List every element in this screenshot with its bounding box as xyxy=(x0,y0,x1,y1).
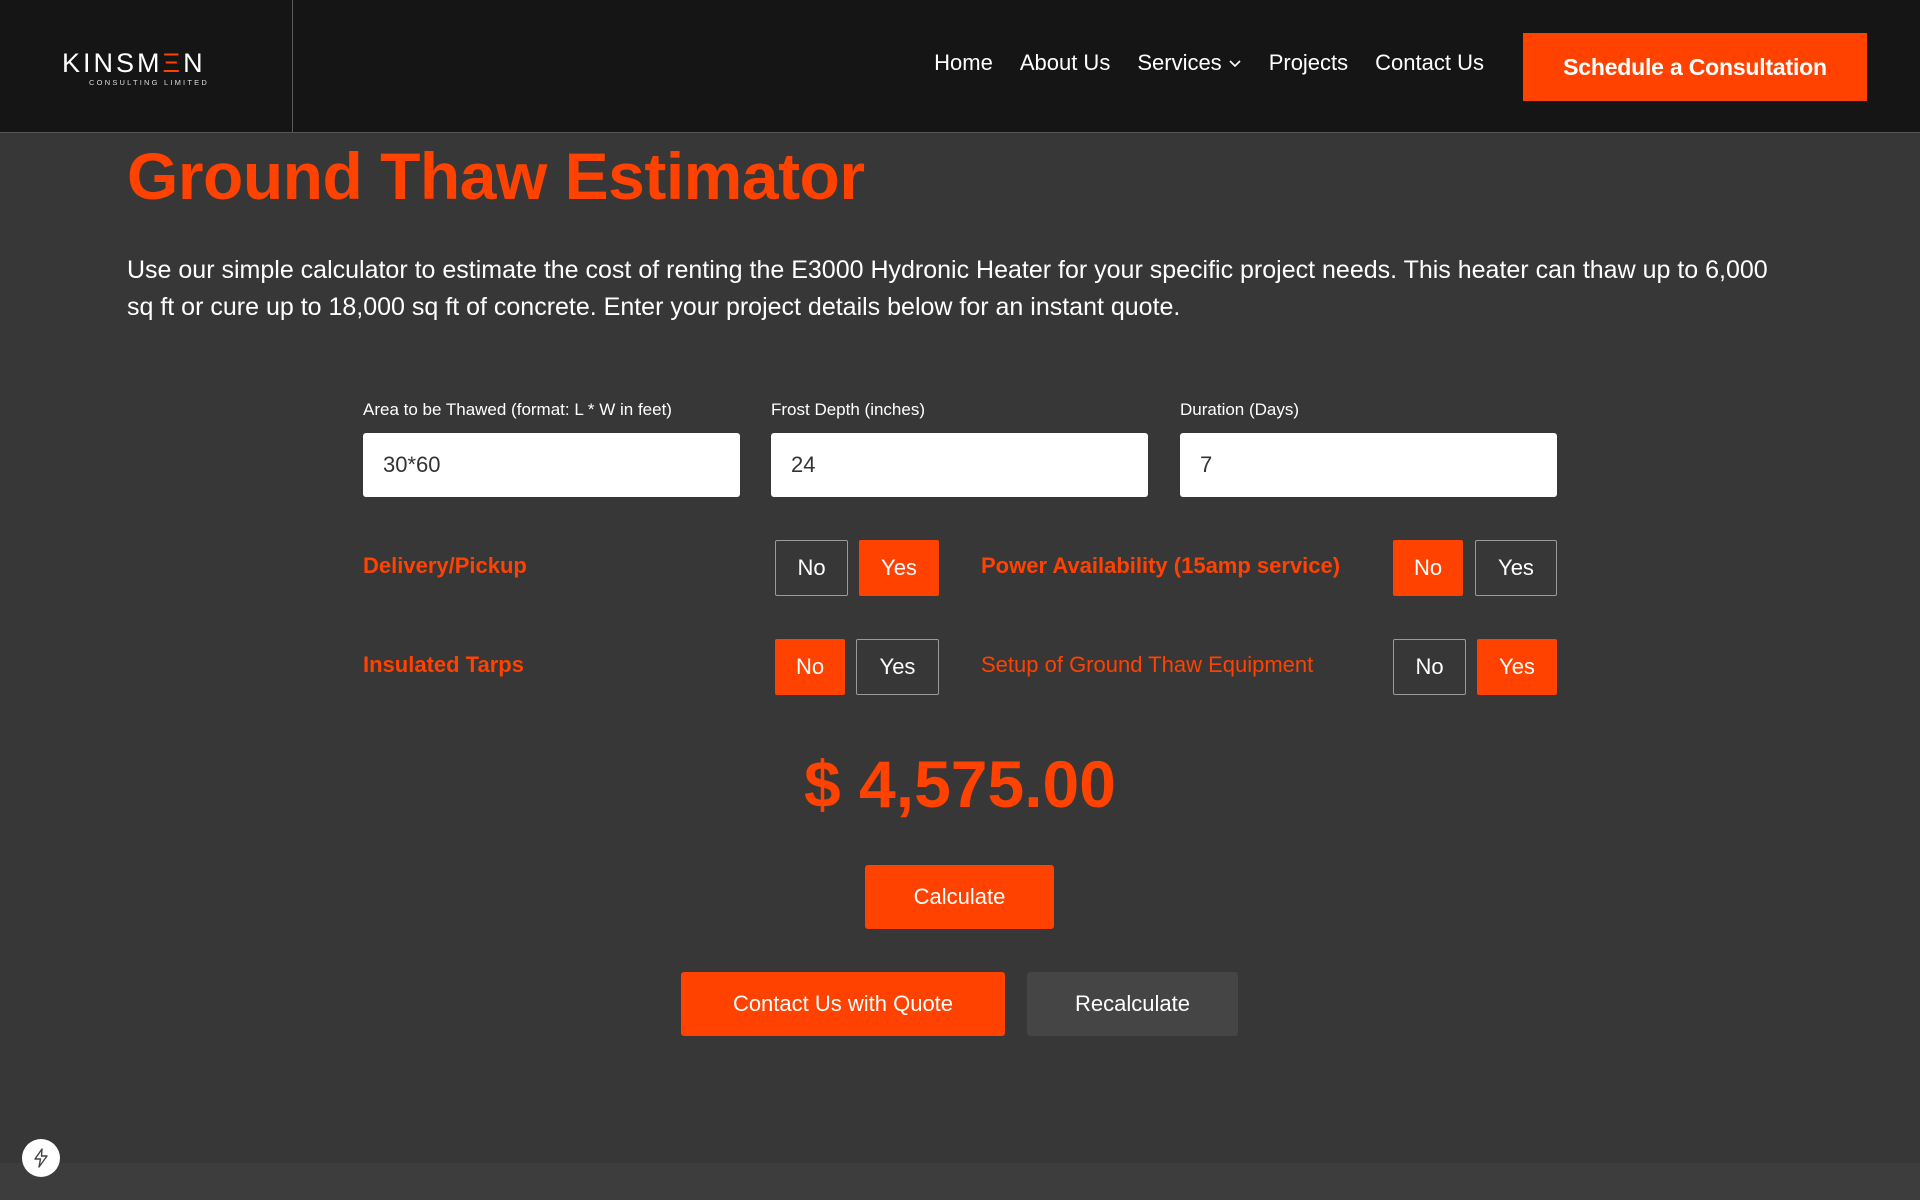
duration-label: Duration (Days) xyxy=(1180,400,1300,419)
delivery-pickup-label: Delivery/Pickup xyxy=(363,553,527,578)
delivery-yes-toggle[interactable]: Yes xyxy=(859,540,939,596)
chevron-down-icon xyxy=(1229,60,1241,68)
site-header: KINSMΞN CONSULTING LIMITED Home About Us… xyxy=(0,0,1920,133)
insulated-tarps-label: Insulated Tarps xyxy=(363,652,524,677)
tarps-no-toggle[interactable]: No xyxy=(775,639,845,695)
footer-strip xyxy=(0,1163,1920,1200)
nav-services[interactable]: Services xyxy=(1137,50,1241,76)
recalculate-button[interactable]: Recalculate xyxy=(1027,972,1238,1036)
main-nav: Home About Us Services Projects Contact … xyxy=(934,50,1484,76)
nav-projects[interactable]: Projects xyxy=(1269,50,1348,76)
intro-text: Use our simple calculator to estimate th… xyxy=(127,256,1768,321)
logo-tagline: CONSULTING LIMITED xyxy=(89,78,209,87)
nav-home[interactable]: Home xyxy=(934,50,993,76)
nav-contact-us[interactable]: Contact Us xyxy=(1375,50,1484,76)
logo-wordmark: KINSMΞN xyxy=(62,48,206,78)
area-input[interactable] xyxy=(363,433,740,497)
delivery-no-toggle[interactable]: No xyxy=(775,540,848,596)
schedule-consultation-button[interactable]: Schedule a Consultation xyxy=(1523,33,1867,101)
setup-equipment-label: Setup of Ground Thaw Equipment xyxy=(981,652,1314,677)
power-availability-label: Power Availability (15amp service) xyxy=(981,553,1341,578)
frost-depth-input[interactable] xyxy=(771,433,1148,497)
bolt-glyph-icon xyxy=(34,1148,48,1168)
setup-yes-toggle[interactable]: Yes xyxy=(1477,639,1557,695)
estimated-price: $ 4,575.00 xyxy=(804,747,1116,821)
page-title: Ground Thaw Estimator xyxy=(127,139,865,213)
setup-no-toggle[interactable]: No xyxy=(1393,639,1466,695)
frost-depth-label: Frost Depth (inches) xyxy=(771,400,925,419)
header-divider xyxy=(292,0,293,133)
lightning-bolt-icon[interactable] xyxy=(22,1139,60,1177)
nav-about-us[interactable]: About Us xyxy=(1020,50,1111,76)
duration-input[interactable] xyxy=(1180,433,1557,497)
contact-with-quote-button[interactable]: Contact Us with Quote xyxy=(681,972,1005,1036)
kinsmen-logo[interactable]: KINSMΞN CONSULTING LIMITED xyxy=(62,48,228,88)
power-no-toggle[interactable]: No xyxy=(1393,540,1463,596)
calculate-button[interactable]: Calculate xyxy=(865,865,1054,929)
area-label: Area to be Thawed (format: L * W in feet… xyxy=(363,400,672,419)
power-yes-toggle[interactable]: Yes xyxy=(1475,540,1557,596)
tarps-yes-toggle[interactable]: Yes xyxy=(856,639,939,695)
